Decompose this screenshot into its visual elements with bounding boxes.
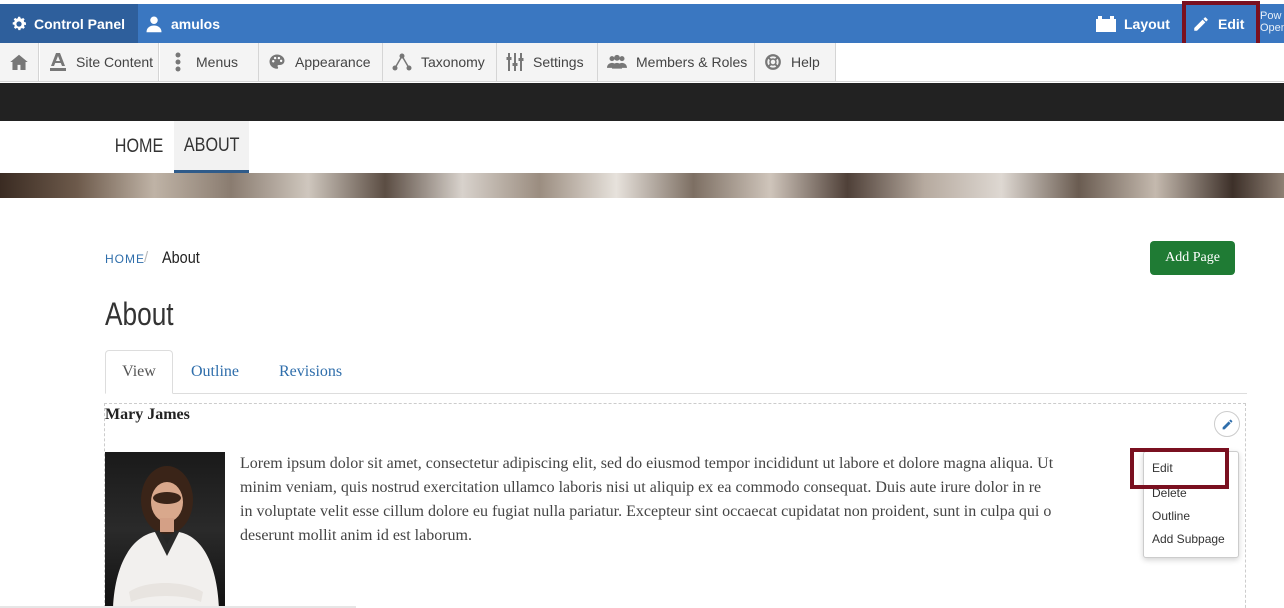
members-icon bbox=[607, 54, 627, 69]
powered-line-1: Pow bbox=[1260, 10, 1282, 22]
breadcrumb-current: About bbox=[162, 248, 200, 267]
breadcrumb-separator: / bbox=[144, 249, 149, 266]
profile-photo bbox=[105, 452, 225, 608]
menu-members-roles[interactable]: Members & Roles bbox=[598, 43, 755, 81]
person-name: Mary James bbox=[105, 406, 190, 423]
layout-button[interactable]: Layout bbox=[1096, 4, 1170, 43]
bio-paragraph: Lorem ipsum dolor sit amet, consectetur … bbox=[240, 452, 1145, 562]
admin-top-bar: Control Panel amulos Layout Edit Pow Ope… bbox=[0, 4, 1284, 43]
home-icon bbox=[10, 54, 28, 70]
menu-label: Menus bbox=[196, 54, 239, 70]
control-panel-button[interactable]: Control Panel bbox=[0, 4, 138, 43]
breadcrumb-home-link[interactable]: HOME bbox=[105, 252, 145, 266]
nav-about-label: ABOUT bbox=[183, 134, 240, 156]
menu-appearance[interactable]: Appearance bbox=[259, 43, 383, 81]
control-panel-label: Control Panel bbox=[34, 15, 126, 32]
bio-line: deserunt mollit anim id est laborum. bbox=[240, 527, 472, 544]
tab-view[interactable]: View bbox=[105, 350, 173, 394]
woman-portrait-illustration bbox=[113, 466, 219, 608]
layout-label: Layout bbox=[1124, 15, 1170, 32]
bio-line: Lorem ipsum dolor sit amet, consectetur … bbox=[240, 455, 1054, 472]
add-page-button[interactable]: Add Page bbox=[1150, 241, 1235, 275]
menu-help[interactable]: Help bbox=[755, 43, 836, 81]
help-icon bbox=[765, 54, 781, 70]
menu-taxonomy[interactable]: Taxonomy bbox=[383, 43, 497, 81]
menu-label: Site Content bbox=[76, 54, 154, 70]
admin-menu: Site Content Menus Appearance Taxonomy S… bbox=[0, 43, 1284, 82]
user-menu[interactable]: amulos bbox=[145, 4, 220, 43]
menu-item-outline[interactable]: Outline bbox=[1152, 509, 1190, 523]
layout-blocks-icon bbox=[1096, 15, 1116, 32]
taxonomy-icon bbox=[392, 53, 412, 71]
site-header-band bbox=[0, 83, 1284, 121]
block-edit-toggle[interactable] bbox=[1214, 411, 1240, 437]
site-navigation: HOME ABOUT bbox=[0, 121, 1284, 173]
menu-site-content[interactable]: Site Content bbox=[40, 43, 159, 81]
menu-label: Taxonomy bbox=[421, 54, 485, 70]
user-icon bbox=[146, 16, 162, 32]
menus-icon bbox=[175, 52, 181, 72]
gear-icon bbox=[12, 16, 27, 30]
username: amulos bbox=[171, 15, 221, 32]
menu-label: Help bbox=[791, 54, 820, 70]
admin-home-button[interactable] bbox=[0, 43, 39, 81]
menu-menus[interactable]: Menus bbox=[160, 43, 259, 81]
bio-line: minim veniam, quis nostrud exercitation … bbox=[240, 479, 1042, 496]
tab-revisions[interactable]: Revisions bbox=[279, 350, 342, 394]
site-content-icon bbox=[50, 53, 66, 71]
menu-label: Appearance bbox=[295, 54, 371, 70]
page-title: About bbox=[105, 296, 174, 332]
edit-menu-item-highlight bbox=[1130, 448, 1229, 489]
menu-label: Settings bbox=[533, 54, 584, 70]
nav-about-link[interactable]: ABOUT bbox=[174, 121, 249, 173]
menu-label: Members & Roles bbox=[636, 54, 748, 70]
tab-outline[interactable]: Outline bbox=[191, 350, 239, 394]
nav-home-link[interactable]: HOME bbox=[110, 121, 168, 173]
bio-line: in voluptate velit esse cillum dolore eu… bbox=[240, 503, 1052, 520]
pencil-icon bbox=[1222, 419, 1232, 429]
palette-icon bbox=[269, 54, 285, 69]
hero-image-strip bbox=[0, 173, 1284, 198]
sliders-icon bbox=[506, 53, 524, 71]
menu-settings[interactable]: Settings bbox=[497, 43, 598, 81]
powered-by-text: Pow Open bbox=[1260, 10, 1284, 34]
menu-item-add-subpage[interactable]: Add Subpage bbox=[1152, 532, 1225, 546]
powered-line-2: Open bbox=[1260, 22, 1284, 34]
tabs-divider bbox=[105, 393, 1247, 394]
